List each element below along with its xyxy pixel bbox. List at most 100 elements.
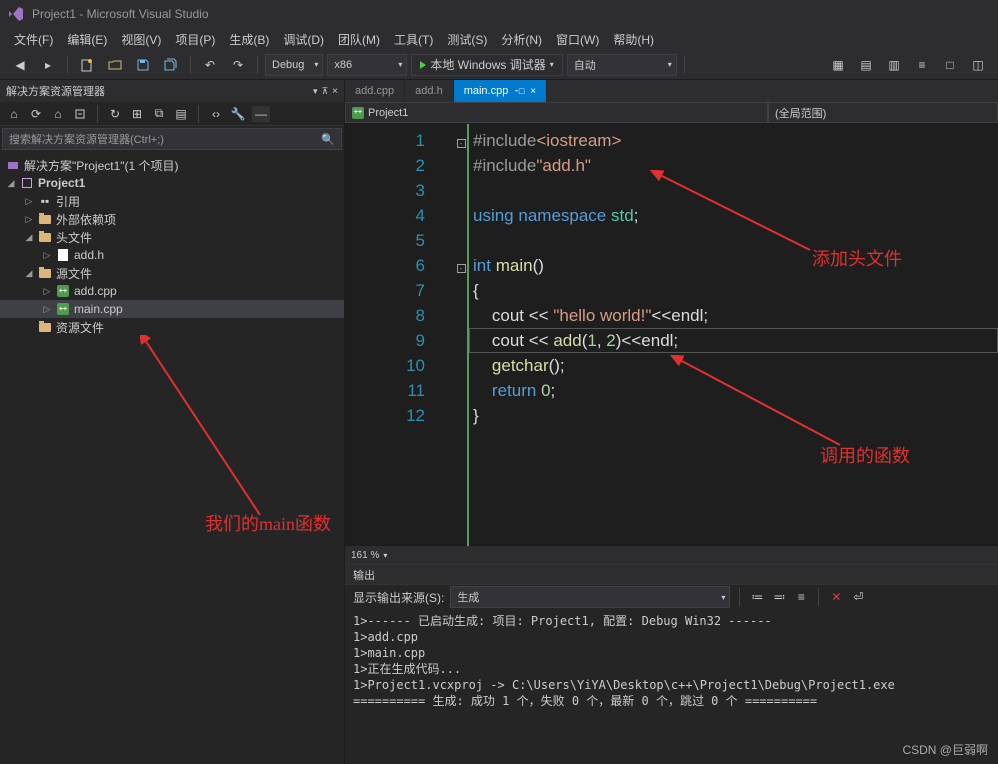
output-text[interactable]: 1>------ 已启动生成: 项目: Project1, 配置: Debug … xyxy=(345,609,998,764)
fold-column[interactable]: - - xyxy=(455,124,469,546)
menu-debug[interactable]: 调试(D) xyxy=(277,29,330,50)
tab-add-h[interactable]: add.h xyxy=(405,80,454,102)
tab-add-cpp[interactable]: add.cpp xyxy=(345,80,405,102)
explorer-search[interactable]: 搜索解决方案资源管理器(Ctrl+;) 🔍 xyxy=(2,128,342,150)
nav-project-dropdown[interactable]: ++Project1 xyxy=(345,102,768,123)
solution-label: 解决方案"Project1"(1 个项目) xyxy=(24,157,179,174)
props-icon[interactable]: ▤ xyxy=(173,106,189,122)
refs-node[interactable]: ▷▪▪ 引用 xyxy=(0,192,344,210)
nav-back-icon[interactable]: ◀ xyxy=(8,54,32,76)
output-source-label: 显示输出来源(S): xyxy=(353,589,444,606)
headers-node[interactable]: ◢ 头文件 xyxy=(0,228,344,246)
save-all-icon[interactable] xyxy=(159,54,183,76)
sync-icon[interactable]: ⟳ xyxy=(28,106,44,122)
start-debug-button[interactable]: 本地 Windows 调试器 ▾ xyxy=(411,54,562,76)
play-icon xyxy=(420,61,426,69)
wrap-icon[interactable]: ⏎ xyxy=(850,589,866,605)
search-placeholder: 搜索解决方案资源管理器(Ctrl+;) xyxy=(9,131,164,147)
code-editor[interactable]: 123456789101112 - - #include<iostream> #… xyxy=(345,124,998,546)
run-label: 本地 Windows 调试器 xyxy=(430,56,545,73)
watermark: CSDN @巨弱啊 xyxy=(902,741,988,758)
auto-dropdown[interactable]: 自动 xyxy=(567,54,677,76)
menu-test[interactable]: 测试(S) xyxy=(441,29,493,50)
sources-label: 源文件 xyxy=(56,265,92,282)
resources-label: 资源文件 xyxy=(56,319,104,336)
showall-icon[interactable]: ⊞ xyxy=(129,106,145,122)
dropdown-icon[interactable]: ▾ xyxy=(313,86,318,97)
file-label: add.cpp xyxy=(74,284,117,298)
refs-label: 引用 xyxy=(56,193,80,210)
file-label: main.cpp xyxy=(74,302,123,316)
explorer-title: 解决方案资源管理器 xyxy=(6,83,105,99)
menu-edit[interactable]: 编辑(E) xyxy=(61,29,113,50)
menu-analyze[interactable]: 分析(N) xyxy=(495,29,548,50)
output-title: 输出 xyxy=(345,565,998,585)
sources-node[interactable]: ◢ 源文件 xyxy=(0,264,344,282)
clear-output-icon[interactable]: ✕ xyxy=(828,589,844,605)
menu-bar: 文件(F) 编辑(E) 视图(V) 项目(P) 生成(B) 调试(D) 团队(M… xyxy=(0,28,998,50)
extdeps-node[interactable]: ▷ 外部依赖项 xyxy=(0,210,344,228)
tool-icon-2[interactable]: ▤ xyxy=(854,54,878,76)
out-tool-1[interactable]: ≔ xyxy=(749,589,765,605)
copy-icon[interactable]: ⧉ xyxy=(151,106,167,122)
tool-icon-5[interactable]: □ xyxy=(938,54,962,76)
output-source-dropdown[interactable]: 生成 xyxy=(450,586,730,608)
menu-window[interactable]: 窗口(W) xyxy=(550,29,605,50)
collapse-icon[interactable] xyxy=(72,106,88,122)
zoom-bar: 161 %▾ xyxy=(345,546,998,564)
nav-fwd-icon[interactable]: ▸ xyxy=(36,54,60,76)
search-icon: 🔍 xyxy=(321,133,335,146)
tool-icon-4[interactable]: ≡ xyxy=(910,54,934,76)
menu-project[interactable]: 项目(P) xyxy=(169,29,221,50)
file-add-cpp[interactable]: ▷++ add.cpp xyxy=(0,282,344,300)
menu-tools[interactable]: 工具(T) xyxy=(388,29,439,50)
headers-label: 头文件 xyxy=(56,229,92,246)
resources-node[interactable]: 资源文件 xyxy=(0,318,344,336)
extdeps-label: 外部依赖项 xyxy=(56,211,116,228)
tool-icon-3[interactable]: ▥ xyxy=(882,54,906,76)
save-icon[interactable] xyxy=(131,54,155,76)
nav-scope-dropdown[interactable]: (全局范围) xyxy=(768,102,998,123)
vs-logo-icon xyxy=(8,6,24,22)
file-label: add.h xyxy=(74,248,104,262)
config-dropdown[interactable]: Debug xyxy=(265,54,323,76)
navigation-bar: ++Project1 (全局范围) xyxy=(345,102,998,124)
new-icon[interactable] xyxy=(75,54,99,76)
solution-explorer: 解决方案资源管理器 ▾ ⊼ × ⌂ ⟳ ⌂ ↻ ⊞ ⧉ ▤ ‹› 🔧 — 搜索解… xyxy=(0,80,345,764)
title-bar: Project1 - Microsoft Visual Studio xyxy=(0,0,998,28)
tool-icon-1[interactable]: ▦ xyxy=(826,54,850,76)
pin-icon[interactable]: ⊼ xyxy=(322,86,329,97)
home2-icon[interactable]: ⌂ xyxy=(50,106,66,122)
output-panel: 输出 显示输出来源(S): 生成 ≔ ≕ ≡ ✕ ⏎ 1>------ 已启动生… xyxy=(345,564,998,764)
code-icon[interactable]: ‹› xyxy=(208,106,224,122)
project-node[interactable]: ◢ Project1 xyxy=(0,174,344,192)
file-add-h[interactable]: ▷ add.h xyxy=(0,246,344,264)
zoom-value[interactable]: 161 % xyxy=(351,550,379,561)
file-main-cpp[interactable]: ▷++ main.cpp xyxy=(0,300,344,318)
menu-view[interactable]: 视图(V) xyxy=(115,29,167,50)
pin-icon[interactable]: ⁃□ xyxy=(514,86,524,97)
redo-icon[interactable]: ↷ xyxy=(226,54,250,76)
open-icon[interactable] xyxy=(103,54,127,76)
code-content[interactable]: #include<iostream> #include"add.h" using… xyxy=(469,124,998,546)
menu-help[interactable]: 帮助(H) xyxy=(607,29,660,50)
window-title: Project1 - Microsoft Visual Studio xyxy=(32,7,209,21)
close-tab-icon[interactable]: × xyxy=(530,86,536,97)
home-icon[interactable]: ⌂ xyxy=(6,106,22,122)
editor-tabs: add.cpp add.h main.cpp⁃□× xyxy=(345,80,998,102)
out-tool-2[interactable]: ≕ xyxy=(771,589,787,605)
platform-dropdown[interactable]: x86 xyxy=(327,54,407,76)
refresh-icon[interactable]: ↻ xyxy=(107,106,123,122)
wrench-icon[interactable]: 🔧 xyxy=(230,106,246,122)
tab-main-cpp[interactable]: main.cpp⁃□× xyxy=(454,80,547,102)
solution-node[interactable]: 解决方案"Project1"(1 个项目) xyxy=(0,156,344,174)
dash-icon[interactable]: — xyxy=(252,106,270,122)
out-tool-3[interactable]: ≡ xyxy=(793,589,809,605)
menu-build[interactable]: 生成(B) xyxy=(223,29,275,50)
tool-icon-6[interactable]: ◫ xyxy=(966,54,990,76)
menu-team[interactable]: 团队(M) xyxy=(332,29,386,50)
project-label: Project1 xyxy=(38,176,85,190)
menu-file[interactable]: 文件(F) xyxy=(8,29,59,50)
undo-icon[interactable]: ↶ xyxy=(198,54,222,76)
close-icon[interactable]: × xyxy=(332,86,338,97)
